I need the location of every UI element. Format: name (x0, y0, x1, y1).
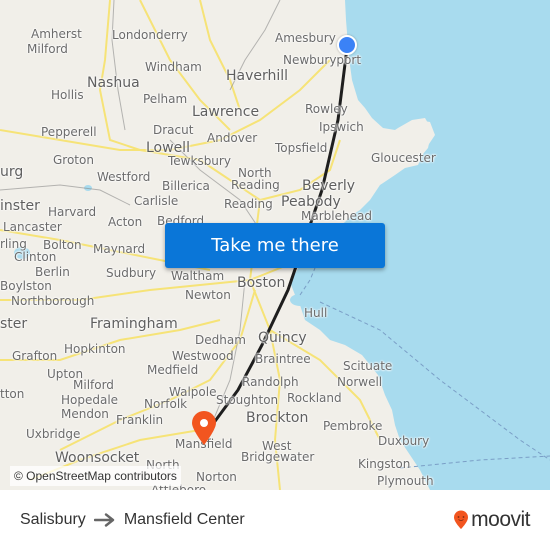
map-place-label: Norfolk (144, 397, 188, 411)
map-place-label: Brockton (246, 410, 309, 426)
map-place-label: Berlin (35, 265, 70, 279)
map-place-label: Rowley (305, 102, 348, 116)
map-place-label: Haverhill (226, 68, 289, 84)
map-place-label: Milford (73, 378, 114, 392)
map-place-label: Hollis (51, 88, 84, 102)
map-place-label: Topsfield (275, 141, 328, 155)
map-place-label: Nashua (87, 75, 140, 91)
map-place-label: Bridgewater (241, 450, 315, 464)
map-place-label: Tewksbury (168, 154, 231, 168)
map-place-label: Beverly (302, 178, 356, 194)
map-place-label: Pembroke (323, 419, 383, 433)
destination-pin-icon[interactable] (190, 410, 218, 446)
map-place-label: Grafton (12, 349, 58, 363)
map-place-label: Scituate (343, 359, 393, 373)
origin-dot-icon[interactable] (337, 35, 357, 55)
map-place-label: Norton (196, 470, 237, 484)
map-place-label: Waltham (171, 269, 225, 283)
map-place-label: inster (0, 198, 40, 214)
origin-name: Salisbury (20, 511, 86, 528)
map-place-label: ster (0, 316, 28, 332)
map-place-label: Sudbury (106, 266, 157, 280)
map-place-label: Reading (231, 178, 280, 192)
map-place-label: Lawrence (192, 104, 260, 120)
map-place-label: Medfield (147, 363, 199, 377)
map-place-label: urg (0, 164, 24, 180)
map-place-label: Plymouth (377, 474, 434, 488)
map-place-label: Boylston (0, 279, 52, 293)
map-place-label: Ipswich (319, 120, 364, 134)
map-place-label: Westwood (172, 349, 234, 363)
map-place-label: Maynard (93, 242, 146, 256)
map-place-label: Hopkinton (64, 342, 126, 356)
map-place-label: Randolph (242, 375, 299, 389)
destination-name: Mansfield Center (123, 511, 245, 528)
map-place-label: Hopedale (61, 393, 119, 407)
map-place-label: tton (0, 387, 25, 401)
map-place-label: Newton (185, 288, 231, 302)
map-place-label: Newburyport (283, 53, 362, 67)
map-place-label: Pelham (143, 92, 188, 106)
take-me-there-button[interactable]: Take me there (165, 223, 385, 268)
map-place-label: Rockland (287, 391, 342, 405)
map-place-label: Groton (53, 153, 94, 167)
map-place-label: Acton (108, 215, 143, 229)
map-place-label: Harvard (48, 205, 97, 219)
map-place-label: Mendon (61, 407, 109, 421)
map-place-label: Quincy (258, 330, 307, 346)
map-place-label: Woonsocket (55, 450, 140, 466)
map-place-label: Franklin (116, 413, 164, 427)
map-place-label: Uxbridge (26, 427, 81, 441)
moovit-pin-icon (453, 510, 469, 530)
map-place-label: Billerica (162, 179, 210, 193)
map-place-label: Peabody (281, 194, 341, 210)
map-place-label: Amesbury (275, 31, 336, 45)
map-place-label: Boston (237, 275, 286, 291)
map-place-label: Amherst (31, 27, 82, 41)
brand-name: moovit (471, 508, 530, 531)
map-place-label: Gloucester (371, 151, 436, 165)
map-place-label: Lowell (146, 140, 190, 156)
map-place-label: Clinton (14, 250, 57, 264)
map-place-label: Norwell (337, 375, 383, 389)
map-place-label: Windham (145, 60, 202, 74)
map-place-label: Duxbury (378, 434, 430, 448)
map-place-label: Londonderry (112, 28, 188, 42)
footer-bar: Salisbury Mansfield Center moovit (0, 490, 550, 550)
map-place-label: Stoughton (216, 393, 279, 407)
map-place-label: Pepperell (41, 125, 97, 139)
map-place-label: Reading (224, 197, 273, 211)
map-place-label: Hull (304, 306, 328, 320)
map-place-label: Lancaster (3, 220, 62, 234)
map-view[interactable]: Amesbury Newburyport Amherst Londonderry Mil… (0, 0, 550, 490)
map-attribution[interactable]: © OpenStreetMap contributors (10, 466, 181, 486)
map-place-label: Westford (97, 170, 151, 184)
map-place-label: Milford (27, 42, 68, 56)
moovit-logo[interactable]: moovit (453, 508, 530, 532)
map-place-label: Andover (207, 131, 258, 145)
map-place-label: Marblehead (301, 209, 372, 223)
map-place-label: Framingham (90, 316, 178, 332)
map-place-label: rling (0, 237, 27, 251)
map-place-label: Carlisle (134, 194, 179, 208)
route-summary: Salisbury Mansfield Center (20, 511, 245, 529)
map-place-label: Dracut (153, 123, 194, 137)
map-place-label: Northborough (11, 294, 95, 308)
map-place-label: Kingston (358, 457, 411, 471)
map-place-label: Dedham (195, 333, 246, 347)
map-place-label: Braintree (255, 352, 311, 366)
arrow-right-icon (93, 513, 116, 527)
